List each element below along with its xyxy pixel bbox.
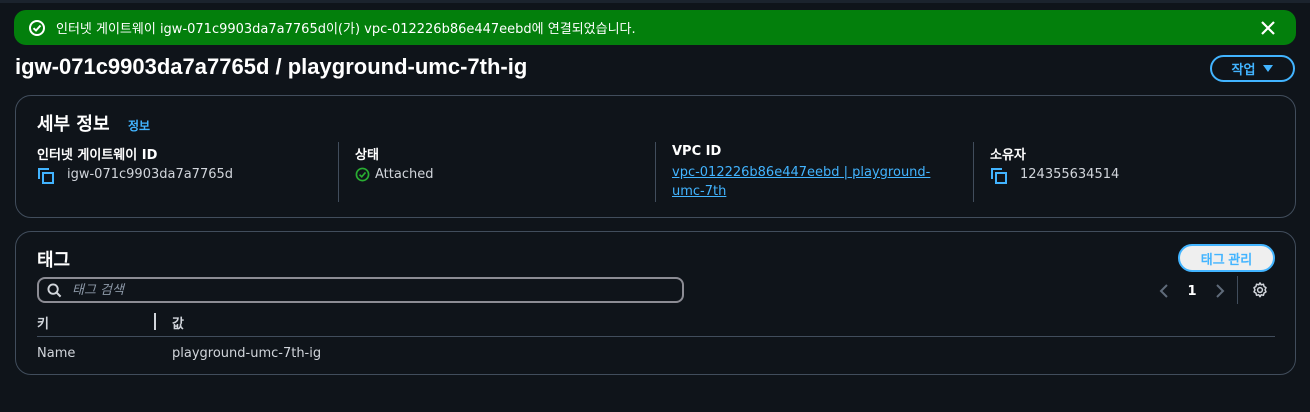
caret-down-icon — [1263, 65, 1274, 72]
success-flash-banner: 인터넷 게이트웨이 igw-071c9903da7a7765d이(가) vpc-… — [14, 10, 1296, 45]
column-resize-handle[interactable] — [154, 313, 156, 330]
tag-value-cell: playground-umc-7th-ig — [172, 346, 322, 361]
field-label: VPC ID — [672, 144, 722, 159]
flash-message: 인터넷 게이트웨이 igw-071c9903da7a7765d이(가) vpc-… — [56, 22, 636, 37]
column-header-value[interactable]: 값 — [172, 313, 184, 332]
column-divider — [973, 142, 974, 202]
field-value: igw-071c9903da7a7765d — [67, 167, 234, 182]
success-status-icon — [355, 167, 370, 182]
field-label: 소유자 — [990, 148, 1026, 163]
actions-button[interactable]: 작업 — [1210, 55, 1295, 82]
vpc-link[interactable]: vpc-012226b86e447eebd | playground-umc-7… — [672, 163, 942, 201]
field-vpc-id: VPC ID vpc-012226b86e447eebd | playgroun… — [672, 144, 942, 201]
tags-panel: 태그 태그 관리 1 키 값 Name playground-umc-7th-i… — [15, 231, 1296, 375]
column-divider — [338, 142, 339, 202]
field-igw-id: 인터넷 게이트웨이 ID igw-071c9903da7a7765d — [37, 144, 233, 185]
top-border — [0, 0, 1310, 3]
tags-title: 태그 — [37, 250, 71, 271]
info-link[interactable]: 정보 — [128, 117, 150, 134]
header-divider — [37, 336, 1275, 337]
pagination: 1 — [1156, 280, 1228, 302]
success-check-icon — [28, 19, 46, 37]
details-panel: 세부 정보 정보 인터넷 게이트웨이 ID igw-071c9903da7a77… — [15, 95, 1296, 218]
column-header-key[interactable]: 키 — [37, 313, 49, 332]
manage-tags-button[interactable]: 태그 관리 — [1178, 244, 1275, 272]
field-label: 상태 — [355, 148, 379, 163]
page-title: igw-071c9903da7a7765d / playground-umc-7… — [15, 54, 528, 79]
page-number[interactable]: 1 — [1172, 284, 1212, 299]
copy-icon[interactable] — [37, 167, 55, 185]
details-title: 세부 정보 — [37, 114, 110, 135]
column-divider — [655, 142, 656, 202]
status-indicator: Attached — [355, 167, 433, 182]
actions-button-label: 작업 — [1231, 62, 1256, 77]
chevron-left-icon[interactable] — [1156, 283, 1172, 299]
tag-search-input[interactable] — [72, 282, 652, 298]
tag-search[interactable] — [37, 277, 684, 303]
copy-icon[interactable] — [990, 167, 1008, 185]
field-owner: 소유자 124355634514 — [990, 144, 1119, 185]
field-state: 상태 Attached — [355, 144, 433, 182]
close-icon[interactable] — [1258, 18, 1278, 38]
tag-key-cell: Name — [37, 346, 76, 361]
status-value: Attached — [375, 167, 434, 182]
chevron-right-icon[interactable] — [1212, 283, 1228, 299]
search-icon — [47, 282, 62, 298]
field-value: 124355634514 — [1020, 167, 1120, 182]
field-label: 인터넷 게이트웨이 ID — [37, 148, 158, 163]
pager-divider — [1237, 276, 1238, 304]
gear-icon[interactable] — [1251, 281, 1269, 299]
